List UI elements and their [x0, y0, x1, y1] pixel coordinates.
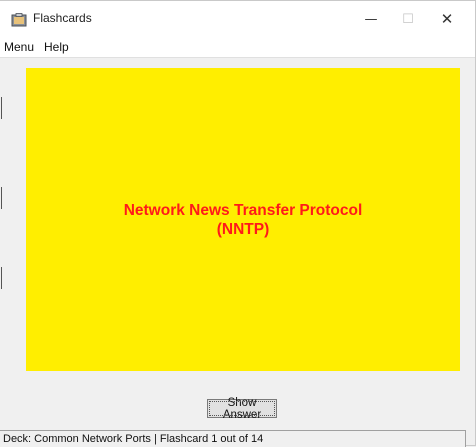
status-text: Deck: Common Network Ports | Flashcard 1… [3, 433, 264, 445]
window-title: Flashcards [33, 11, 92, 25]
flashcard-text-content: Network News Transfer Protocol (NNTP) [123, 201, 363, 238]
close-button[interactable]: ✕ [426, 1, 468, 37]
clipboard-icon [11, 13, 27, 27]
menu-bar: Menu Help [0, 37, 475, 58]
flashcard-text: Network News Transfer Protocol (NNTP) [83, 201, 403, 239]
maximize-button[interactable]: ☐ [387, 1, 429, 37]
flashcards-window: Flashcards — ☐ ✕ Menu Help Network News … [0, 0, 476, 447]
window-edge-decoration [0, 57, 12, 429]
flashcard[interactable]: Network News Transfer Protocol (NNTP) [26, 68, 460, 371]
minimize-button[interactable]: — [350, 1, 392, 37]
title-bar[interactable]: Flashcards — ☐ ✕ [0, 1, 475, 37]
menu-item-menu[interactable]: Menu [4, 40, 34, 54]
menu-item-help[interactable]: Help [44, 40, 69, 54]
show-answer-button[interactable]: Show Answer [207, 397, 277, 421]
status-bar: Deck: Common Network Ports | Flashcard 1… [0, 430, 466, 447]
